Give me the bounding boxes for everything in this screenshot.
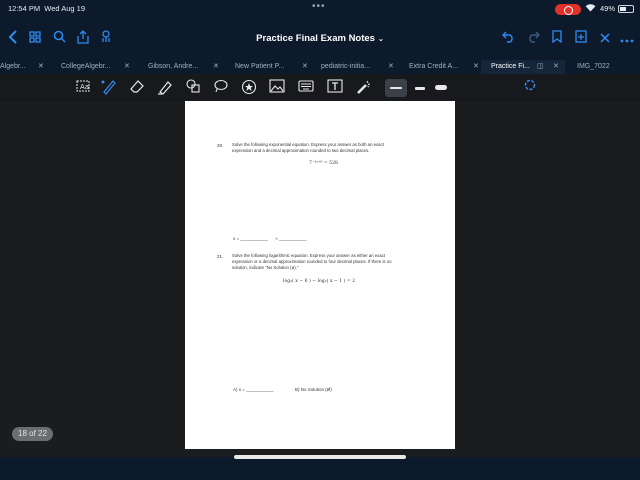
pen-icon[interactable] xyxy=(99,79,119,97)
question-20-equation: 7⁻³ˣ⁺⁸ = 528 xyxy=(309,161,338,166)
split-view-icon[interactable]: ◫ xyxy=(537,60,544,73)
svg-text:Aa: Aa xyxy=(80,83,89,91)
sticker-icon[interactable] xyxy=(239,79,259,97)
question-21-answer-a: A) x = ___________ xyxy=(233,387,274,392)
tab-new-patient[interactable]: New Patient P... ✕ xyxy=(223,60,310,74)
tab-label: New Patient P... xyxy=(235,63,285,70)
question-21-answer-b: B) No Solution (Ø) xyxy=(295,387,332,392)
navigation-bar: Practice Final Exam Notes ⌄ xyxy=(0,20,640,60)
lasso-text-icon[interactable]: Aa xyxy=(73,79,93,97)
highlighter-icon[interactable] xyxy=(155,79,175,97)
question-21-text: Solve the following logarithmic equation… xyxy=(232,253,392,270)
document-tabs: Algebr... ✕ CollegeAlgebr... ✕ Gibson, A… xyxy=(0,60,640,74)
export-icon[interactable] xyxy=(572,30,590,48)
tab-label: Extra Credit A... xyxy=(409,63,459,70)
keyboard-icon[interactable] xyxy=(296,79,316,97)
lasso-icon[interactable] xyxy=(211,79,231,97)
eraser-icon[interactable] xyxy=(127,79,147,97)
chevron-down-icon: ⌄ xyxy=(377,36,384,43)
more-icon[interactable] xyxy=(618,30,636,48)
tab-close-icon[interactable]: ✕ xyxy=(124,60,130,73)
bookmark-tag-icon[interactable] xyxy=(98,30,116,48)
tab-label: IMG_7022 xyxy=(577,63,610,70)
text-icon[interactable] xyxy=(325,79,345,97)
share-icon[interactable] xyxy=(74,30,92,48)
laser-pointer-icon[interactable] xyxy=(354,79,374,97)
medium-stroke-option[interactable] xyxy=(410,79,430,97)
undo-icon[interactable] xyxy=(500,30,518,48)
question-number-20: 20. xyxy=(217,143,224,148)
question-20-answer-blanks: x = ___________ ≈ ___________ xyxy=(233,236,307,241)
back-icon[interactable] xyxy=(4,30,22,48)
tab-extra-credit[interactable]: Extra Credit A... ✕ xyxy=(397,60,481,74)
tab-close-icon[interactable]: ✕ xyxy=(553,60,559,73)
tab-pediatric[interactable]: pediatric-initia... ✕ xyxy=(310,60,397,74)
question-number-21: 21. xyxy=(217,254,224,259)
bookmark-icon[interactable] xyxy=(548,30,566,48)
document-title-menu[interactable]: Practice Final Exam Notes ⌄ xyxy=(220,33,420,44)
tab-close-icon[interactable]: ✕ xyxy=(388,60,394,73)
pdf-page[interactable]: 20. Solve the following exponential equa… xyxy=(185,101,455,449)
thin-stroke-option[interactable] xyxy=(385,79,407,97)
tab-close-icon[interactable]: ✕ xyxy=(473,60,479,73)
redo-icon[interactable] xyxy=(524,30,542,48)
bottom-bar xyxy=(0,457,640,480)
battery-icon xyxy=(618,5,634,13)
tab-img-7022[interactable]: IMG_7022 xyxy=(565,60,640,74)
tab-label: Algebr... xyxy=(0,63,26,70)
tab-gibson[interactable]: Gibson, Andre... ✕ xyxy=(133,60,223,74)
page-indicator: 18 of 22 xyxy=(12,427,53,441)
thick-stroke-option[interactable] xyxy=(431,79,451,97)
annotation-toolbar: Aa xyxy=(0,74,640,169)
tab-algebra[interactable]: Algebr... ✕ xyxy=(0,60,49,74)
tab-close-icon[interactable]: ✕ xyxy=(302,60,308,73)
home-indicator[interactable] xyxy=(234,455,406,459)
question-20-text: Solve the following exponential equation… xyxy=(232,142,384,153)
tab-practice-final[interactable]: Practice Fi... ◫ ✕ xyxy=(481,60,565,74)
multitasking-dots-icon[interactable]: ••• xyxy=(312,1,326,12)
tab-close-icon[interactable]: ✕ xyxy=(38,60,44,73)
tab-label: CollegeAlgebr... xyxy=(61,63,111,70)
status-time: 12:54 PM Wed Aug 19 xyxy=(8,4,86,13)
tab-college-algebra[interactable]: CollegeAlgebr... ✕ xyxy=(49,60,133,74)
tab-label: pediatric-initia... xyxy=(321,63,371,70)
screen-recording-icon[interactable] xyxy=(555,4,581,15)
color-picker-icon[interactable] xyxy=(520,79,540,97)
tab-close-icon[interactable]: ✕ xyxy=(213,60,219,73)
wifi-icon xyxy=(585,3,596,14)
shapes-icon[interactable] xyxy=(183,79,203,97)
tab-label: Gibson, Andre... xyxy=(148,63,199,70)
battery-percent: 49% xyxy=(600,4,616,13)
grid-icon[interactable] xyxy=(26,30,44,48)
image-icon[interactable] xyxy=(267,79,287,97)
question-21-equation: log₂( x − 6 ) − log₂( x − 1 ) = 2 xyxy=(283,279,356,284)
tab-label: Practice Fi... xyxy=(491,63,530,70)
close-icon[interactable] xyxy=(596,30,614,48)
status-bar: 12:54 PM Wed Aug 19 ••• 49% xyxy=(0,0,640,20)
search-icon[interactable] xyxy=(50,30,68,48)
